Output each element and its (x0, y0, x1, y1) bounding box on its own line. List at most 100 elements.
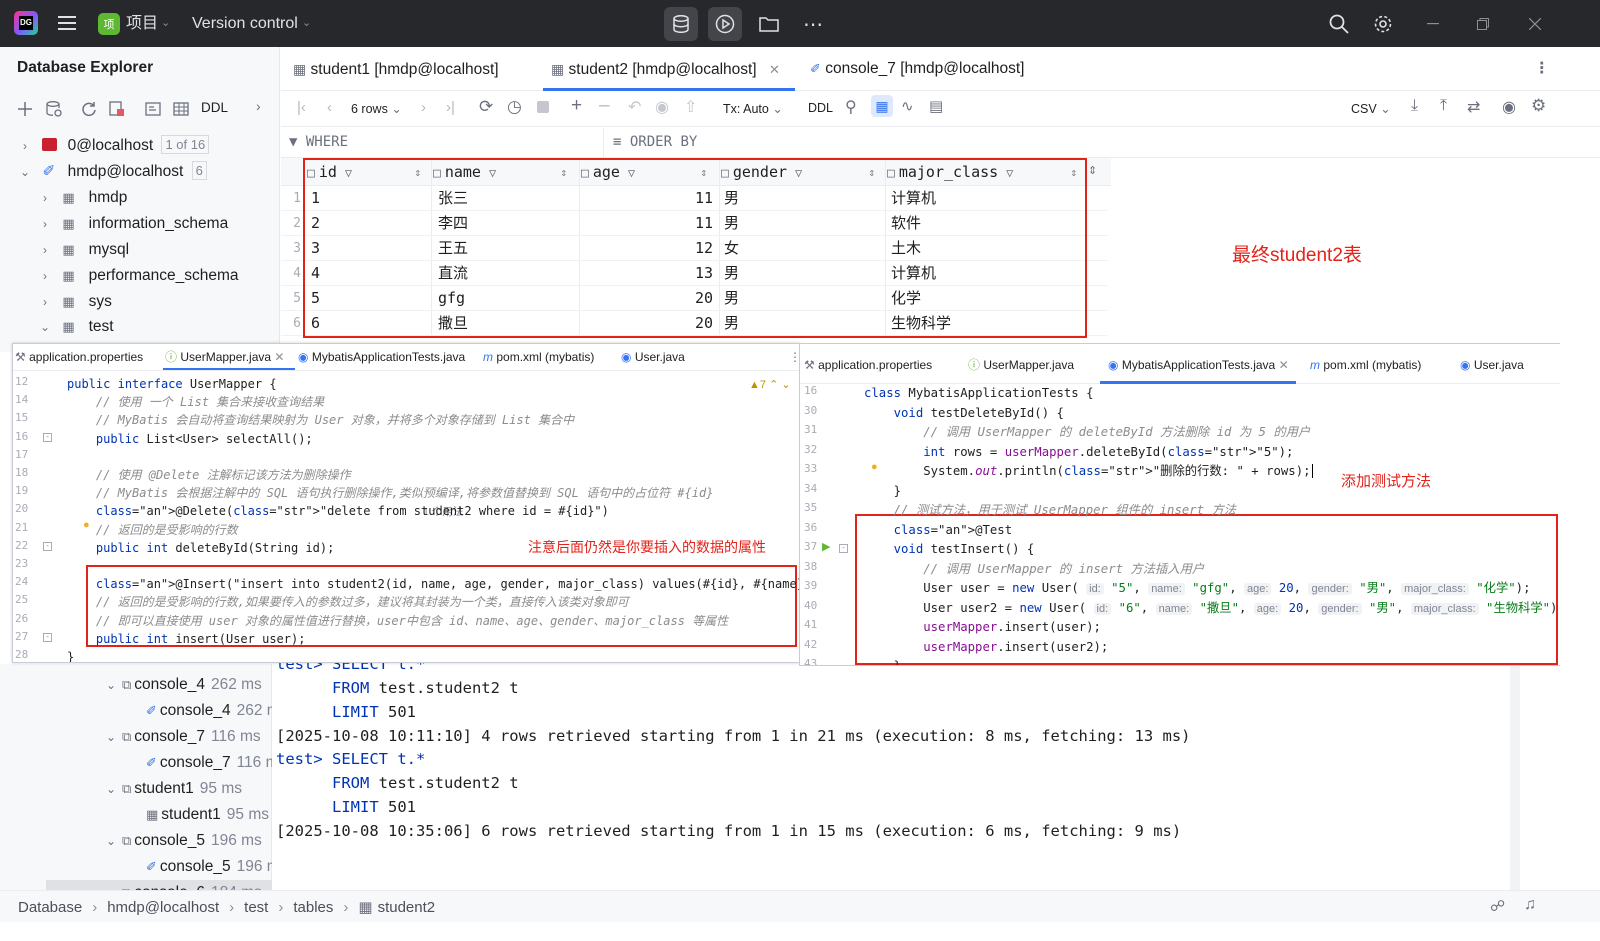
service-node-console-7[interactable]: ⌄ ⧉ console_7 116 ms (104, 724, 272, 750)
service-node-student1[interactable]: ▦ student1 95 ms (142, 802, 272, 828)
properties-icon: ⚒ (15, 350, 26, 364)
code-line: // 返回的是受影响的行数,如果要传入的参数过多，建议将其封装为一个类，直接传入… (95, 595, 629, 610)
order-by-input[interactable]: ≡ ORDER BY (613, 134, 697, 150)
tab-console-7[interactable]: ✐ console_7 [hmdp@localhost] (810, 47, 1025, 91)
restore-icon[interactable] (1470, 11, 1496, 37)
preview-icon[interactable]: ◉ (655, 97, 669, 117)
tab-application-properties[interactable]: ⚒ application.properties (15, 344, 143, 370)
history-icon[interactable]: ◷ (507, 97, 522, 117)
close-tab-icon[interactable]: ✕ (769, 62, 780, 77)
export-format-selector[interactable]: CSV ⌄ (1351, 101, 1391, 116)
database-tool-icon[interactable] (664, 7, 698, 41)
service-node-console-4[interactable]: ✐console_4 262 ms (142, 698, 272, 724)
tab-more-icon[interactable]: ⋮ (1534, 47, 1550, 91)
console-scrollbar[interactable] (1510, 664, 1520, 890)
prev-page-icon[interactable]: ‹ (327, 99, 332, 116)
tree-node-sys[interactable]: › ▦ sys (38, 289, 112, 315)
vcs-menu[interactable]: Version control (192, 0, 298, 47)
service-node-console-5[interactable]: ✐console_5 196 ms (142, 854, 272, 880)
tab-usermapper-java[interactable]: ⓘ UserMapper.java ✕ (165, 344, 284, 370)
tree-node-hmdp-localhost[interactable]: ⌄ ✐ hmdp@localhost 6 (18, 159, 207, 185)
fold-icon[interactable]: - (43, 432, 52, 442)
add-row-icon[interactable]: + (571, 95, 582, 117)
settings-gear-icon[interactable] (1370, 11, 1396, 37)
notifications-bell-icon[interactable]: ♫ (1524, 896, 1536, 914)
tab-user-java[interactable]: ◉ User.java (1460, 352, 1524, 378)
tab-mybatis-tests[interactable]: ◉ MybatisApplicationTests.java ✕ (1108, 352, 1289, 378)
chevron-down-icon: ⌄ (105, 834, 117, 848)
transpose-icon[interactable]: ▤ (929, 97, 943, 115)
breadcrumb-item[interactable]: tables (293, 899, 333, 916)
upload-icon[interactable]: ⤒ (1440, 97, 1447, 115)
tab-mybatis-tests[interactable]: ◉ MybatisApplicationTests.java (298, 344, 465, 370)
add-icon[interactable] (16, 99, 36, 119)
ddl-button[interactable]: DDL (201, 100, 228, 115)
stop-icon[interactable] (537, 101, 549, 113)
eye-icon[interactable]: ◉ (1502, 97, 1516, 117)
close-tab-icon[interactable]: ✕ (1279, 358, 1289, 372)
tree-node-information-schema[interactable]: › ▦ information_schema (38, 211, 228, 237)
ddl-button[interactable]: DDL (808, 101, 833, 115)
submit-icon[interactable]: ⇧ (684, 97, 697, 117)
search-icon[interactable] (1326, 11, 1352, 37)
unlock-icon[interactable]: ☍ (1490, 897, 1505, 915)
tree-node-0-localhost[interactable]: › 0@localhost 1 of 16 (18, 133, 210, 159)
sort-icon: ≡ (613, 134, 622, 150)
chart-icon[interactable]: ∿ (901, 97, 914, 115)
service-node-student1[interactable]: ⌄ ⧉ student1 95 ms (104, 776, 272, 802)
close-tab-icon[interactable]: ✕ (274, 350, 284, 364)
compare-icon[interactable]: ⇄ (1467, 97, 1480, 117)
next-page-icon[interactable]: › (421, 99, 426, 116)
first-page-icon[interactable]: |‹ (297, 99, 306, 116)
refresh-icon[interactable] (79, 99, 99, 119)
last-page-icon[interactable]: ›| (446, 99, 455, 116)
tab-student1[interactable]: ▦ student1 [hmdp@localhost] (293, 47, 499, 91)
service-label: student1 (161, 806, 221, 823)
main-menu-icon[interactable] (56, 13, 78, 33)
app-logo-icon[interactable]: DG (14, 11, 38, 35)
grid-more-columns-icon[interactable]: ⇕ (1088, 164, 1097, 177)
warning-count[interactable]: ▲7 ⌃ ⌄ (749, 378, 791, 391)
service-node-console-4[interactable]: ⌄ ⧉ console_4 262 ms (104, 672, 272, 698)
breadcrumb-item[interactable]: Database (18, 899, 82, 916)
tab-usermapper-java[interactable]: ⓘ UserMapper.java (968, 352, 1074, 378)
fold-icon[interactable]: - (839, 544, 848, 553)
tab-pom-xml[interactable]: m pom.xml (mybatis) (483, 344, 594, 370)
more-actions-icon[interactable]: ⋯ (796, 7, 830, 41)
minimize-icon[interactable] (1420, 11, 1446, 37)
breadcrumb-item[interactable]: student2 (378, 899, 436, 916)
revert-icon[interactable]: ↶ (628, 97, 641, 117)
tree-node-performance-schema[interactable]: › ▦ performance_schema (38, 263, 239, 289)
tab-application-properties[interactable]: ⚒ application.properties (804, 352, 932, 378)
reload-icon[interactable]: ⟳ (479, 97, 493, 117)
project-menu[interactable]: 项目 (126, 0, 158, 47)
tree-node-test[interactable]: ⌄ ▦ test (38, 314, 114, 340)
console-icon[interactable] (143, 99, 163, 119)
table-icon[interactable] (171, 99, 191, 119)
breadcrumb-item[interactable]: hmdp@localhost (107, 899, 219, 916)
search-icon[interactable]: ⚲ (845, 97, 857, 117)
folder-icon[interactable] (752, 7, 786, 41)
rows-selector[interactable]: 6 rows ⌄ (351, 101, 402, 116)
where-filter-input[interactable]: ▼ WHERE (289, 134, 348, 150)
services-tool-icon[interactable] (708, 7, 742, 41)
data-source-properties-icon[interactable] (44, 99, 64, 119)
settings-gear-icon[interactable]: ⚙ (1531, 96, 1546, 116)
tab-pom-xml[interactable]: m pom.xml (mybatis) (1310, 352, 1421, 378)
more-chevron-icon[interactable]: › (256, 98, 261, 114)
tree-node-mysql[interactable]: › ▦ mysql (38, 237, 129, 263)
disconnect-icon[interactable] (107, 99, 127, 119)
service-node-console-5[interactable]: ⌄ ⧉ console_5 196 ms (104, 828, 272, 854)
breadcrumb-item[interactable]: test (244, 899, 268, 916)
tab-user-java[interactable]: ◉ User.java (621, 344, 685, 370)
tree-node-hmdp[interactable]: › ▦ hmdp (38, 185, 127, 211)
fold-icon[interactable]: - (43, 541, 52, 551)
fold-icon[interactable]: - (43, 632, 52, 642)
delete-row-icon[interactable]: – (599, 95, 610, 117)
close-window-icon[interactable] (1522, 11, 1548, 37)
tab-student2[interactable]: ▦ student2 [hmdp@localhost] ✕ (551, 47, 780, 91)
view-mode-icon[interactable]: ▦ (871, 95, 893, 117)
tx-mode-selector[interactable]: Tx: Auto ⌄ (723, 101, 783, 116)
download-icon[interactable]: ⤓ (1411, 97, 1418, 115)
service-node-console-7[interactable]: ✐console_7 116 ms (142, 750, 272, 776)
